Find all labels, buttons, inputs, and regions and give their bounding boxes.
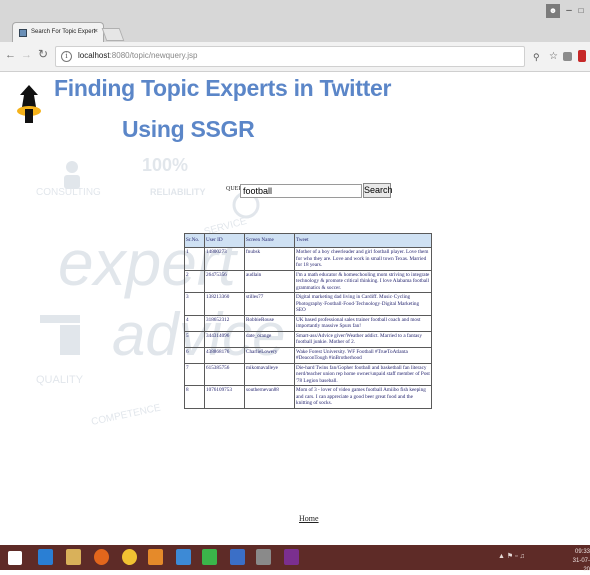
col-header-srno: Sr.No. <box>184 233 205 248</box>
windows-taskbar: ▲ ⚑ ▫ ♫ 09:33 31-07-20 <box>0 545 590 573</box>
address-bar[interactable]: i localhost:8080/topic/newquery.jsp <box>55 46 525 67</box>
system-clock[interactable]: 09:33 31-07-20 <box>567 548 590 575</box>
user-profile-icon[interactable]: ☻ <box>546 4 560 18</box>
bg-word-percent: 100% <box>142 155 188 175</box>
bookmark-star-icon[interactable]: ☆ <box>549 51 558 62</box>
cell-srno: 1 <box>184 247 205 271</box>
cell-tweet: Die-hard Twins fan/Gopher football and b… <box>294 362 432 386</box>
cell-screenname: CharlieLowery <box>244 346 295 364</box>
bg-word-reliability: RELIABILITY <box>150 187 206 197</box>
clock-date: 31-07-20 <box>572 558 590 573</box>
table-row: 7 615385756 mikomavalleye Die-hard Twins… <box>184 362 432 386</box>
cell-srno: 5 <box>184 330 205 348</box>
cell-tweet: Mother of a boy cheerleader and girl foo… <box>294 247 432 271</box>
cell-srno: 8 <box>184 385 205 409</box>
minimize-button[interactable]: – <box>564 4 574 18</box>
cell-tweet: Digital marketing dad living in Cardiff.… <box>294 292 432 316</box>
browser-toolbar: ← → ↻ i localhost:8080/topic/newquery.js… <box>0 42 590 72</box>
cell-userid: 438868176 <box>204 346 245 364</box>
cell-srno: 2 <box>184 269 205 293</box>
reload-icon[interactable]: ↻ <box>38 47 48 61</box>
col-header-screenname: Screen Name <box>244 233 295 248</box>
word-icon[interactable] <box>230 549 245 565</box>
page-favicon-icon <box>19 29 27 37</box>
tray-icons[interactable]: ▲ ⚑ ▫ ♫ <box>498 552 525 560</box>
info-icon[interactable]: i <box>61 51 72 62</box>
cell-srno: 4 <box>184 314 205 332</box>
wifi-app-icon[interactable] <box>202 549 217 565</box>
table-row: 4 318652312 RobbieRouse UK based profess… <box>184 314 432 332</box>
ide-icon[interactable] <box>284 549 299 565</box>
media-player-icon[interactable] <box>148 549 163 565</box>
search-button[interactable]: Search <box>363 183 393 198</box>
cell-userid: 318652312 <box>204 314 245 332</box>
table-row: 5 344314096 date_orange Smart-ass/Advice… <box>184 330 432 348</box>
app-icon[interactable] <box>176 549 191 565</box>
cell-userid: 14800273 <box>204 247 245 271</box>
file-explorer-icon[interactable] <box>66 549 81 565</box>
cell-srno: 7 <box>184 362 205 386</box>
tab-title: Search For Topic Expert <box>31 29 96 35</box>
cell-screenname: southernevan88 <box>244 385 295 409</box>
browser-menu-icon[interactable] <box>578 50 586 62</box>
cell-tweet: Wake Forest University. WF Football #Tru… <box>294 346 432 364</box>
ie-browser-icon[interactable] <box>38 549 53 565</box>
results-table: Sr.No. User ID Screen Name Tweet 1 14800… <box>184 233 432 409</box>
cell-srno: 6 <box>184 346 205 364</box>
query-input[interactable]: football <box>240 184 362 198</box>
clock-time: 09:33 <box>574 549 590 555</box>
cell-screenname: RobbieRouse <box>244 314 295 332</box>
cell-tweet: Mom of 3 - lover of video games football… <box>294 385 432 409</box>
table-row: 1 14800273 fnubsk Mother of a boy cheerl… <box>184 247 432 271</box>
chrome-icon[interactable] <box>122 549 137 565</box>
cell-screenname: audlain <box>244 269 295 293</box>
table-row: 8 1076109753 southernevan88 Mom of 3 - l… <box>184 385 432 409</box>
maximize-button[interactable]: □ <box>576 4 586 18</box>
browser-tabstrip: Search For Topic Expert × ☻ – □ <box>0 0 590 42</box>
table-row: 3 138213360 stilles77 Digital marketing … <box>184 292 432 316</box>
forward-arrow-icon[interactable]: → <box>21 49 32 61</box>
page-title-line-1: Finding Topic Experts in Twitter <box>54 75 392 101</box>
cell-tweet: UK based professional sales trainer foot… <box>294 314 432 332</box>
zoom-icon[interactable]: ⚲ <box>533 52 540 63</box>
cell-tweet: I'm a math educator & homeschooling mom … <box>294 269 432 293</box>
bg-person-icon <box>66 161 78 173</box>
tool-icon[interactable] <box>256 549 271 565</box>
browser-tab[interactable]: Search For Topic Expert × <box>12 22 104 42</box>
new-tab-button[interactable] <box>101 28 125 41</box>
back-arrow-icon[interactable]: ← <box>5 49 16 61</box>
extension-icon[interactable] <box>563 52 572 61</box>
table-header-row: Sr.No. User ID Screen Name Tweet <box>184 233 432 248</box>
table-row: 2 26475356 audlain I'm a math educator &… <box>184 269 432 293</box>
cell-userid: 615385756 <box>204 362 245 386</box>
bg-word-quality: QUALITY <box>36 374 84 386</box>
cell-userid: 138213360 <box>204 292 245 316</box>
windows-start-icon[interactable] <box>8 551 22 565</box>
page-content: CONSULTING 100% RELIABILITY expert advic… <box>0 73 590 545</box>
col-header-userid: User ID <box>204 233 245 248</box>
cell-userid: 1076109753 <box>204 385 245 409</box>
expert-logo-icon <box>17 85 41 123</box>
cell-userid: 344314096 <box>204 330 245 348</box>
cell-screenname: date_orange <box>244 330 295 348</box>
cell-tweet: Smart-ass/Advice giver/Weather addict. M… <box>294 330 432 348</box>
url-text[interactable]: localhost:8080/topic/newquery.jsp <box>78 51 197 60</box>
firefox-icon[interactable] <box>94 549 109 565</box>
col-header-tweet: Tweet <box>294 233 432 248</box>
page-title-line-2: Using SSGR <box>122 116 255 142</box>
cell-screenname: fnubsk <box>244 247 295 271</box>
bg-word-competence: COMPETENCE <box>90 402 162 427</box>
close-tab-icon[interactable]: × <box>94 28 98 35</box>
table-row: 6 438868176 CharlieLowery Wake Forest Un… <box>184 346 432 364</box>
cell-srno: 3 <box>184 292 205 316</box>
home-link[interactable]: Home <box>299 514 319 523</box>
cell-userid: 26475356 <box>204 269 245 293</box>
cell-screenname: mikomavalleye <box>244 362 295 386</box>
cell-screenname: stilles77 <box>244 292 295 316</box>
